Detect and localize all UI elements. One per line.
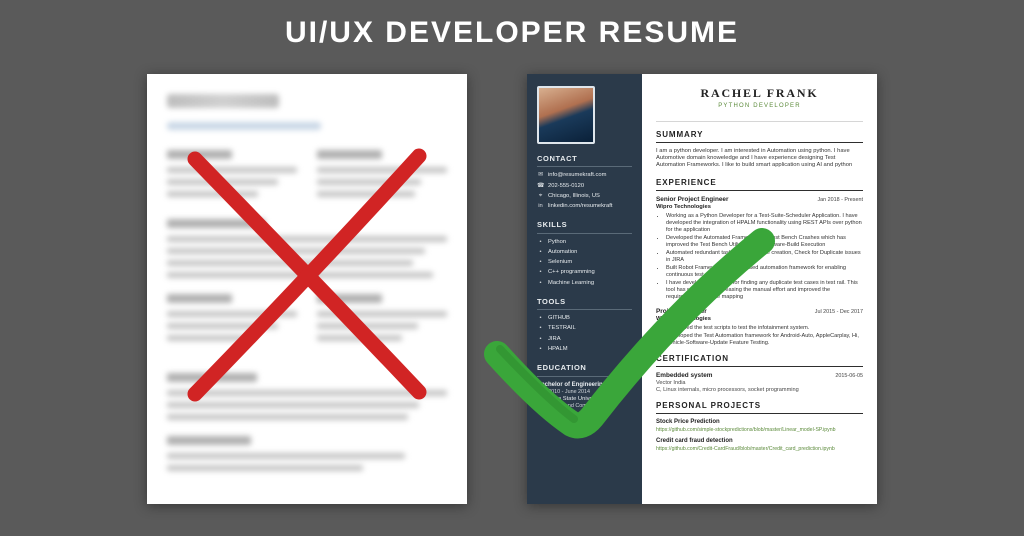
cert-org: Vector India [656,380,863,387]
projects-head: PERSONAL PROJECTS [656,401,863,414]
job-title: Senior Project Engineer [656,196,728,204]
job-company: Wipro Technologies [656,316,863,323]
tool-item: TESTRAIL [548,325,576,332]
job-bullets: Developed the test scripts to test the i… [656,325,863,347]
edu-date: Sep 2010 - June 2014 [537,389,632,396]
tool-item: GITHUB [548,315,570,322]
skill-item: Python [548,239,566,246]
job-company: Wipro Technologies [656,204,863,211]
cert-title: Embedded system [656,372,712,380]
edu-degree: Bachelor of Engineering [537,382,632,390]
skill-item: C++ programming [548,269,595,276]
contact-head: CONTACT [537,154,632,167]
resume-name: RACHEL FRANK [656,86,863,101]
project-link: https://github.com/simple-stockpredictio… [656,427,863,434]
pin-icon: ⌖ [537,193,544,200]
resume-sidebar: CONTACT ✉ info@resumekraft.com ☎ 202-555-0… [527,74,642,504]
resume-main: RACHEL FRANK PYTHON DEVELOPER SUMMARY I … [642,74,877,504]
tools-head: TOOLS [537,297,632,310]
skill-item: Automation [548,249,577,256]
avatar [537,86,595,144]
project-link: https://github.com/Credit-CardFraud/blob… [656,446,863,453]
tool-item: JIRA [548,336,561,343]
link-icon: in [537,203,544,210]
contact-linkedin: linkedin.com/resumekraft [548,203,612,210]
cert-head: CERTIFICATION [656,354,863,367]
job-title: Project Engineer [656,308,707,316]
skill-item: Machine Learning [548,280,594,287]
page-title: UI/UX DEVELOPER RESUME [0,0,1024,50]
contact-location: Chicago, Illinois, US [548,193,600,200]
project-title: Stock Price Prediction [656,419,863,427]
contact-email: info@resumekraft.com [548,172,606,179]
resume-comparison: CONTACT ✉ info@resumekraft.com ☎ 202-555-0… [0,74,1024,504]
skill-item: Selenium [548,259,572,266]
cert-date: 2015-06-05 [835,373,863,380]
good-resume-panel: CONTACT ✉ info@resumekraft.com ☎ 202-555-0… [527,74,877,504]
summary-head: SUMMARY [656,130,863,143]
cert-desc: C, Linux internals, micro processors, so… [656,387,863,394]
contact-phone: 202-555-0120 [548,183,584,190]
tool-item: HPALM [548,346,568,353]
edu-field: Electronics and Communication [537,403,632,410]
bad-resume-panel [147,74,467,504]
experience-head: EXPERIENCE [656,178,863,191]
project-title: Credit card fraud detection [656,438,863,446]
job-date: Jan 2018 - Present [817,197,863,204]
summary-text: I am a python developer. I am interested… [656,148,863,170]
job-bullets: Working as a Python Developer for a Test… [656,213,863,301]
resume-role: PYTHON DEVELOPER [656,103,863,111]
job-date: Jul 2015 - Dec 2017 [815,309,863,316]
education-head: EDUCATION [537,363,632,376]
phone-icon: ☎ [537,183,544,190]
mail-icon: ✉ [537,172,544,179]
skills-head: SKILLS [537,220,632,233]
edu-school: San Jose State University [537,396,632,403]
